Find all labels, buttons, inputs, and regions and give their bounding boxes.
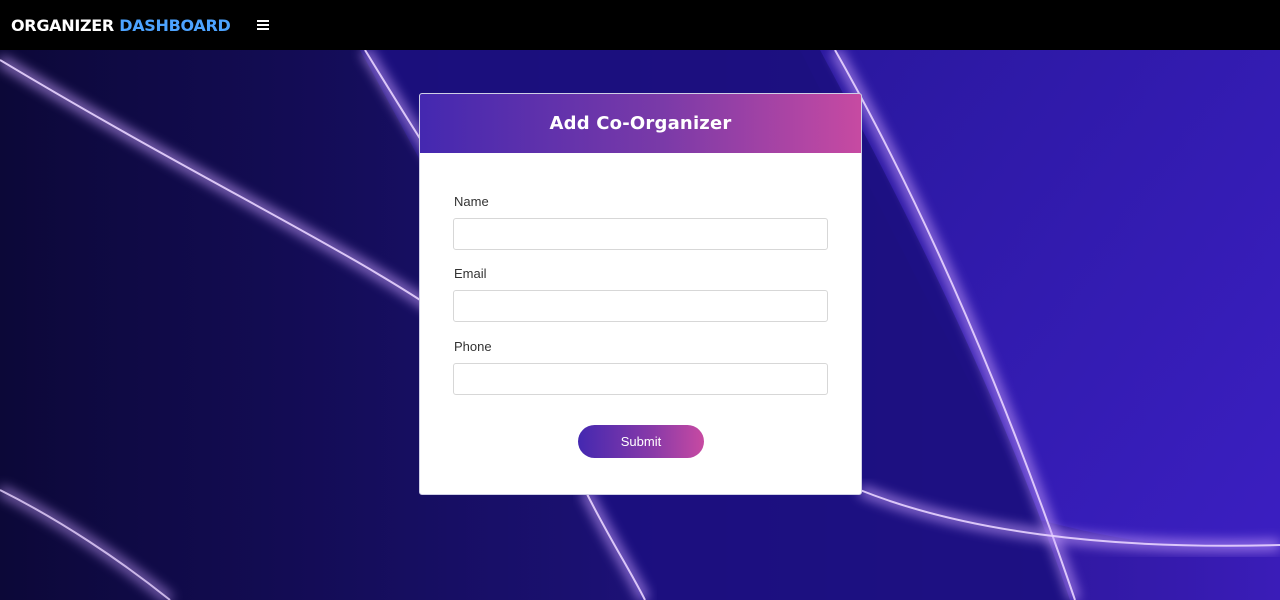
brand-primary-text: ORGANIZER [11,15,114,35]
brand-logo[interactable]: ORGANIZER DASHBOARD [11,15,231,35]
brand-accent-text: DASHBOARD [119,15,231,35]
phone-input[interactable] [453,363,828,395]
submit-button[interactable]: Submit [578,425,704,458]
name-input[interactable] [453,218,828,250]
card-title: Add Co-Organizer [549,113,732,134]
top-navbar: ORGANIZER DASHBOARD [0,0,1280,50]
phone-label: Phone [454,339,492,354]
hamburger-menu-icon[interactable] [257,20,270,30]
card-header: Add Co-Organizer [420,94,861,153]
name-label: Name [454,194,489,209]
email-input[interactable] [453,290,828,322]
add-co-organizer-card: Add Co-Organizer Name Email Phone Submit [419,93,862,495]
dashboard-page: ORGANIZER DASHBOARD Add Co-Organizer Nam… [0,0,1280,600]
email-label: Email [454,266,487,281]
